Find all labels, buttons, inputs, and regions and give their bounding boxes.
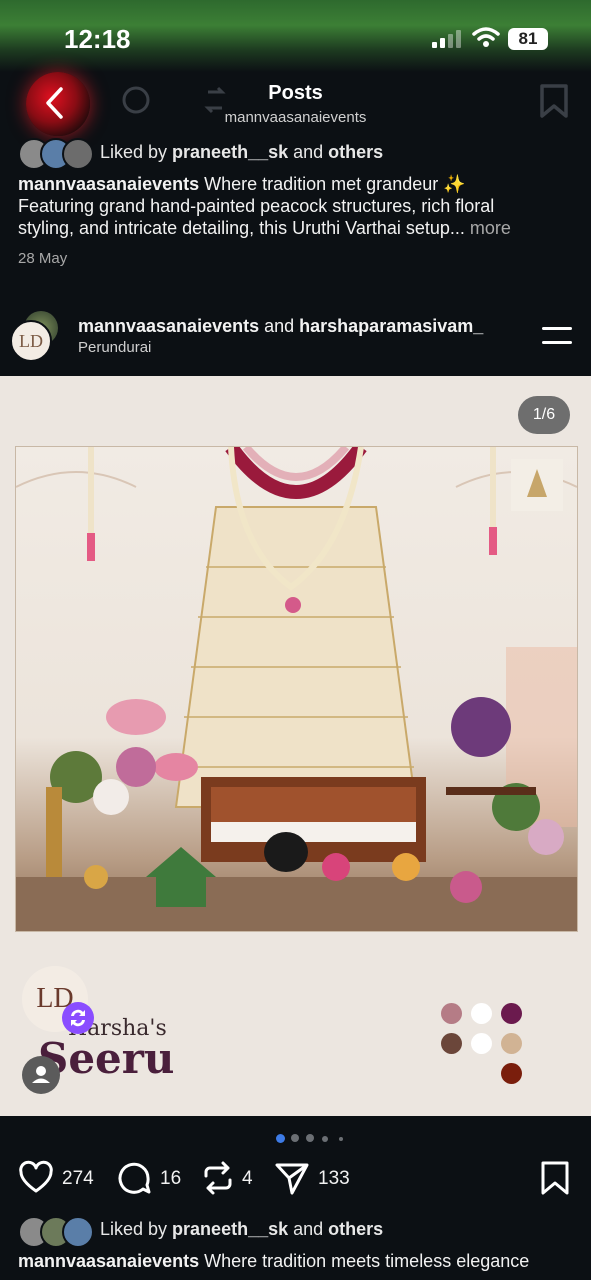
avatar[interactable]: LD	[10, 320, 52, 362]
palette-swatch	[501, 1033, 522, 1054]
image-counter: 1/6	[518, 396, 570, 434]
palette-swatch	[501, 1003, 522, 1024]
tagged-user-icon[interactable]	[22, 1056, 60, 1094]
pager-dot	[322, 1136, 328, 1142]
caption-text: Where tradition meets timeless elegance	[199, 1251, 530, 1271]
liked-prefix: Liked by	[100, 1219, 173, 1239]
post-image[interactable]: 1/6 LD Harsha's Seeru	[0, 376, 591, 1116]
status-time: 12:18	[64, 24, 131, 54]
more-link[interactable]: more	[465, 218, 511, 238]
post-username[interactable]: harshaparamasivam_	[299, 316, 483, 336]
pager-dot	[291, 1134, 299, 1142]
caption: mannvaasanaievents Where tradition meets…	[18, 1250, 578, 1272]
pager-dot-active	[276, 1134, 285, 1143]
share-icon[interactable]	[274, 1160, 310, 1196]
liked-by-text[interactable]: Liked by praneeth__sk and others	[100, 1219, 383, 1240]
signal-icon	[432, 30, 461, 48]
liked-avatars	[18, 138, 98, 170]
battery-indicator: 81	[508, 28, 548, 50]
decor-photo	[15, 446, 578, 932]
post-location[interactable]: Perundurai	[78, 339, 151, 356]
palette-swatch	[471, 1033, 492, 1054]
heart-icon[interactable]	[18, 1160, 54, 1196]
back-button[interactable]	[26, 72, 90, 136]
liked-and: and	[288, 142, 329, 162]
pager-dot	[339, 1137, 343, 1141]
repost-icon[interactable]	[200, 1160, 236, 1196]
like-count[interactable]: 274	[62, 1168, 94, 1190]
palette-swatch	[501, 1063, 522, 1084]
menu-icon[interactable]	[540, 326, 574, 346]
post-username[interactable]: mannvaasanaievents	[78, 316, 259, 336]
decor-illustration	[16, 447, 577, 931]
avatar	[62, 138, 94, 170]
liked-and: and	[288, 1219, 329, 1239]
bookmark-icon[interactable]	[538, 84, 570, 118]
comment-icon[interactable]	[116, 1160, 152, 1196]
chevron-left-icon	[46, 87, 63, 119]
liked-prefix: Liked by	[100, 142, 173, 162]
caption-username[interactable]: mannvaasanaievents	[18, 174, 199, 194]
repost-count[interactable]: 4	[242, 1168, 253, 1190]
liked-user[interactable]: praneeth__sk	[172, 142, 288, 162]
liked-user[interactable]: praneeth__sk	[172, 1219, 288, 1239]
palette-swatch	[441, 1033, 462, 1054]
caption-line: Featuring grand hand-painted peacock str…	[18, 196, 495, 216]
post-date: 28 May	[18, 250, 68, 267]
palette-swatch	[471, 1003, 492, 1024]
liked-by-text[interactable]: Liked by praneeth__sk and others	[100, 142, 383, 163]
liked-avatars	[18, 1216, 98, 1248]
avatar	[62, 1216, 94, 1248]
bookmark-icon[interactable]	[539, 1160, 571, 1196]
caption-username[interactable]: mannvaasanaievents	[18, 1251, 199, 1271]
liked-others[interactable]: others	[328, 142, 383, 162]
pager-dot	[306, 1134, 314, 1142]
repost-badge-icon[interactable]	[62, 1002, 94, 1034]
and-text: and	[259, 316, 300, 336]
post-usernames[interactable]: mannvaasanaievents and harshaparamasivam…	[78, 316, 483, 337]
share-count[interactable]: 133	[318, 1168, 350, 1190]
caption-text: Where tradition met grandeur ✨	[199, 174, 466, 194]
wifi-icon	[472, 27, 500, 47]
caption: mannvaasanaievents Where tradition met g…	[18, 173, 578, 239]
palette-swatch	[441, 1003, 462, 1024]
caption-line: styling, and intricate detailing, this U…	[18, 218, 465, 238]
comment-count[interactable]: 16	[160, 1168, 181, 1190]
liked-others[interactable]: others	[328, 1219, 383, 1239]
